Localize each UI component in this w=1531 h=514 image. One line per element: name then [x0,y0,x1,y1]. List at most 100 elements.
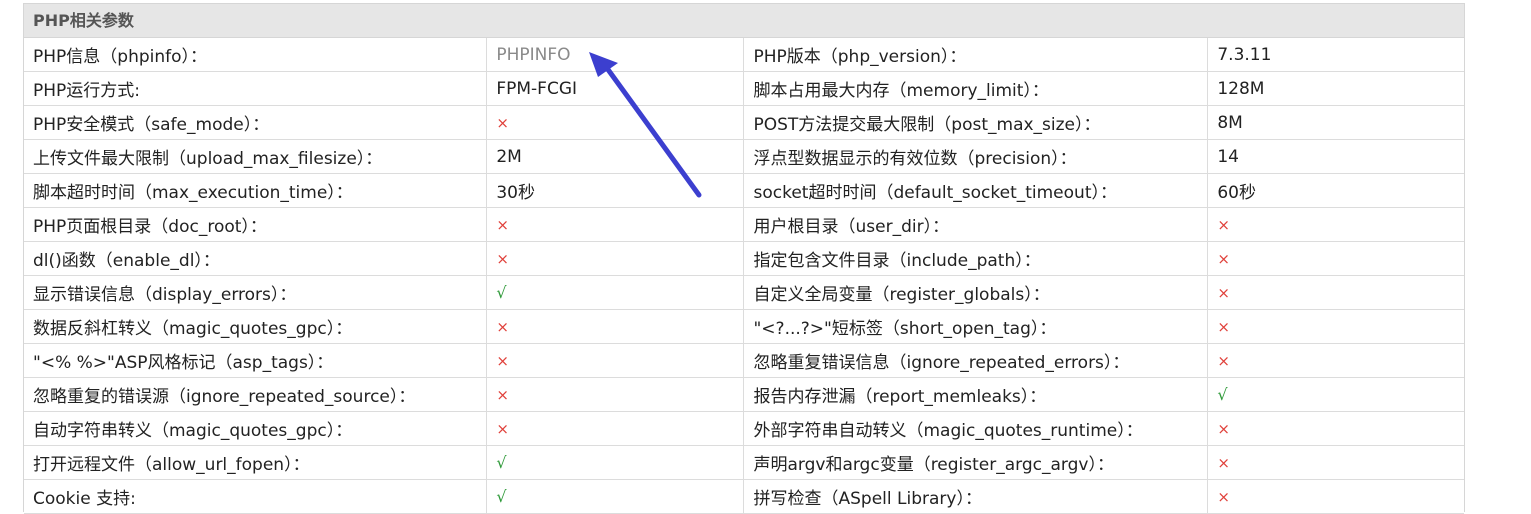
param-value: × [1207,275,1464,310]
param-value: × [1207,241,1464,276]
param-label: 声明argv和argc变量（register_argc_argv）： [743,445,1209,480]
param-label: 脚本占用最大内存（memory_limit）： [743,71,1209,106]
table-row: Cookie 支持: √ 拼写检查（ASpell Library）： × [24,479,1464,514]
param-label-text: "<% %>"ASP风格标记（asp_tags）： [33,353,334,373]
param-label: PHP信息（phpinfo）： [24,38,488,72]
param-value: √ [486,275,745,310]
param-label: 打开远程文件（allow_url_fopen）： [24,445,488,480]
param-value: 30秒 [486,173,745,208]
param-value: × [1207,343,1464,378]
param-label: 拼写检查（ASpell Library）： [743,479,1209,514]
table-row: 数据反斜杠转义（magic_quotes_gpc）： × "<?...?>"短标签（… [24,309,1464,344]
cross-icon: × [1217,351,1230,370]
param-value: × [1207,479,1464,514]
check-icon: √ [496,486,507,506]
cross-icon: × [496,317,509,336]
param-label-text: "<?...?>"短标签（short_open_tag）： [753,319,1057,339]
cross-icon: × [496,385,509,404]
param-value: × [486,377,745,412]
param-label-text: 上传文件最大限制（upload_max_filesize）： [33,149,383,169]
table-row: dl()函数（enable_dl）： × 指定包含文件目录（include_path… [24,241,1464,276]
param-value: 14 [1207,139,1464,174]
param-label: 自定义全局变量（register_globals）： [743,275,1209,310]
param-label-text: 忽略重复的错误源（ignore_repeated_source）： [33,387,416,407]
param-label: PHP运行方式: [24,71,488,106]
param-label: 外部字符串自动转义（magic_quotes_runtime）： [743,411,1209,446]
table-row: 忽略重复的错误源（ignore_repeated_source）： × 报告内存泄漏… [24,377,1464,412]
param-value: × [1207,309,1464,344]
param-label-text: 指定包含文件目录（include_path）： [753,251,1041,271]
table-row: PHP运行方式: FPM-FCGI 脚本占用最大内存（memory_limit）： 1… [24,71,1464,106]
param-value: √ [1207,377,1464,412]
param-value-text: 30秒 [496,183,535,203]
cross-icon: × [1217,419,1230,438]
param-label: socket超时时间（default_socket_timeout）： [743,173,1209,208]
param-label: 浮点型数据显示的有效位数（precision）： [743,139,1209,174]
param-label-text: socket超时时间（default_socket_timeout）： [753,183,1117,203]
param-value-text: 7.3.11 [1217,44,1272,65]
cross-icon: × [496,249,509,268]
param-value: FPM-FCGI [486,71,745,106]
cross-icon: × [1217,283,1230,302]
param-label: PHP版本（php_version）： [743,38,1209,72]
table-row: "<% %>"ASP风格标记（asp_tags）： × 忽略重复错误信息（ignor… [24,343,1464,378]
param-value: 7.3.11 [1207,38,1464,72]
php-params-table: PHP信息（phpinfo）： PHPINFO PHP版本（php_version）… [24,38,1464,514]
param-value-text: FPM-FCGI [496,78,578,99]
param-value-text: 14 [1217,146,1239,167]
param-value: 128M [1207,71,1464,106]
param-label-text: 忽略重复错误信息（ignore_repeated_errors）： [753,353,1130,373]
cross-icon: × [496,215,509,234]
param-value-text: 128M [1217,78,1265,99]
param-value-text: 2M [496,146,522,167]
param-value[interactable]: PHPINFO [486,38,745,72]
param-label: 指定包含文件目录（include_path）： [743,241,1209,276]
param-value: × [486,207,745,242]
table-row: 显示错误信息（display_errors）： √ 自定义全局变量（register… [24,275,1464,310]
cross-icon: × [1217,453,1230,472]
param-label: POST方法提交最大限制（post_max_size）： [743,105,1209,140]
check-icon: √ [496,452,507,472]
param-label-text: 自定义全局变量（register_globals）： [753,285,1050,305]
param-label-text: 拼写检查（ASpell Library）： [753,489,982,509]
cross-icon: × [1217,249,1230,268]
php-params-panel: PHP相关参数 PHP信息（phpinfo）： PHPINFO PHP版本（php_… [23,3,1465,514]
param-label: 用户根目录（user_dir）： [743,207,1209,242]
param-value: × [486,343,745,378]
param-label: PHP页面根目录（doc_root）： [24,207,488,242]
param-value: 60秒 [1207,173,1464,208]
param-label-text: PHP信息（phpinfo）： [33,47,208,67]
param-label: 数据反斜杠转义（magic_quotes_gpc）： [24,309,488,344]
param-label-text: 脚本超时时间（max_execution_time）： [33,183,353,203]
param-value-text: 8M [1217,112,1243,133]
cross-icon: × [1217,317,1230,336]
param-label: 脚本超时时间（max_execution_time）： [24,173,488,208]
param-label-text: 数据反斜杠转义（magic_quotes_gpc）： [33,319,353,339]
cross-icon: × [1217,487,1230,506]
phpinfo-link[interactable]: PHPINFO [496,45,570,65]
table-row: PHP安全模式（safe_mode）： × POST方法提交最大限制（post_ma… [24,105,1464,140]
param-value: √ [486,445,745,480]
cross-icon: × [496,419,509,438]
param-label-text: 外部字符串自动转义（magic_quotes_runtime）： [753,421,1143,441]
param-label-text: 自动字符串转义（magic_quotes_gpc）： [33,421,353,441]
table-row: 上传文件最大限制（upload_max_filesize）： 2M 浮点型数据显示的… [24,139,1464,174]
param-value: × [1207,207,1464,242]
cross-icon: × [1217,215,1230,234]
param-label: Cookie 支持: [24,479,488,514]
table-row: PHP信息（phpinfo）： PHPINFO PHP版本（php_version）… [24,38,1464,72]
param-label-text: Cookie 支持: [33,489,136,509]
param-label-text: POST方法提交最大限制（post_max_size）： [753,115,1101,135]
cross-icon: × [496,351,509,370]
param-label: "<?...?>"短标签（short_open_tag）： [743,309,1209,344]
param-label-text: PHP安全模式（safe_mode）： [33,115,270,135]
param-label: 自动字符串转义（magic_quotes_gpc）： [24,411,488,446]
param-label: 显示错误信息（display_errors）： [24,275,488,310]
table-row: PHP页面根目录（doc_root）： × 用户根目录（user_dir）： × [24,207,1464,242]
param-label-text: 显示错误信息（display_errors）： [33,285,297,305]
param-label: PHP安全模式（safe_mode）： [24,105,488,140]
param-label-text: 报告内存泄漏（report_memleaks）： [753,387,1047,407]
check-icon: √ [496,282,507,302]
cross-icon: × [496,113,509,132]
param-label-text: 脚本占用最大内存（memory_limit）： [753,81,1049,101]
